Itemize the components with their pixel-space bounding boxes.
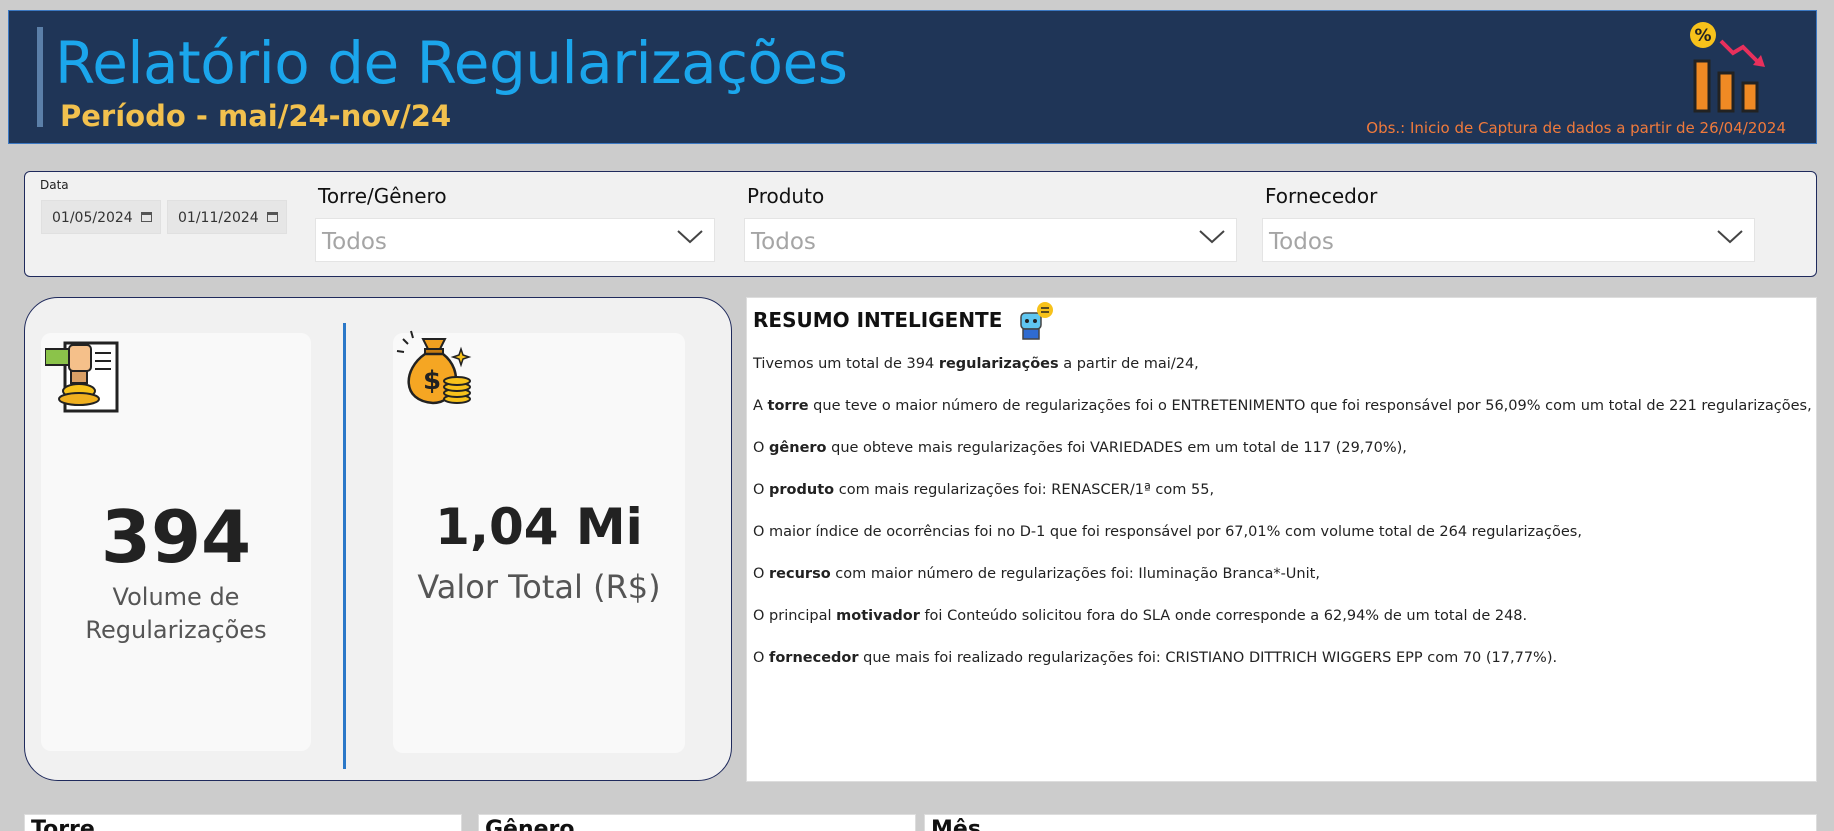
page-title: Relatório de Regularizações <box>55 29 848 97</box>
fornecedor-label: Fornecedor <box>1265 184 1378 208</box>
summary-line-indice: O maior índice de ocorrências foi no D-1… <box>753 524 1582 540</box>
period-subtitle: Período - mai/24-nov/24 <box>60 99 452 133</box>
date-filter-label: Data <box>40 178 69 192</box>
genero-chart-card[interactable]: Gênero <box>478 814 916 831</box>
mes-chart-card[interactable]: Mês <box>924 814 1817 831</box>
kpi-divider <box>343 323 346 769</box>
torre-genero-value: Todos <box>322 229 387 255</box>
svg-text:%: % <box>1694 26 1711 46</box>
money-bag-icon: $ <box>396 330 472 405</box>
torre-genero-label: Torre/Gênero <box>318 184 447 208</box>
summary-title: RESUMO INTELIGENTE <box>753 308 1003 332</box>
mes-chart-title: Mês <box>931 817 981 831</box>
calendar-icon[interactable] <box>267 212 278 222</box>
volume-label-line1: Volume de <box>112 583 240 611</box>
declining-chart-icon: % <box>1690 22 1765 113</box>
summary-line-produto: O produto com mais regularizações foi: R… <box>753 482 1215 498</box>
date-start-value: 01/05/2024 <box>52 210 133 226</box>
header-accent-bar <box>37 27 43 127</box>
filter-panel: Data 01/05/2024 01/11/2024 Torre/Gênero … <box>24 171 1817 277</box>
summary-line-motivador: O principal motivador foi Conteúdo solic… <box>753 608 1528 624</box>
produto-value: Todos <box>751 229 816 255</box>
report-header: Relatório de Regularizações Período - ma… <box>8 10 1817 144</box>
volume-kpi-card: 394 Volume de Regularizações <box>41 333 311 751</box>
valor-total-value: 1,04 Mi <box>435 498 643 556</box>
valor-kpi-card: $ 1,04 Mi Valor Total (R$) <box>393 330 685 753</box>
chevron-down-icon[interactable] <box>676 225 704 247</box>
fornecedor-dropdown[interactable]: Todos <box>1262 218 1755 262</box>
torre-chart-card[interactable]: Torre <box>24 814 462 831</box>
summary-line-genero: O gênero que obteve mais regularizações … <box>753 440 1407 456</box>
data-capture-note: Obs.: Inicio de Captura de dados a parti… <box>1366 119 1786 137</box>
torre-chart-title: Torre <box>31 817 95 831</box>
kpi-panel: 394 Volume de Regularizações $ 1,04 Mi V… <box>24 297 732 781</box>
produto-label: Produto <box>747 184 825 208</box>
chevron-down-icon[interactable] <box>1198 225 1226 247</box>
produto-dropdown[interactable]: Todos <box>744 218 1237 262</box>
chevron-down-icon[interactable] <box>1716 225 1744 247</box>
volume-label-line2: Regularizações <box>85 616 267 644</box>
date-start-input[interactable]: 01/05/2024 <box>41 200 161 234</box>
volume-value: 394 <box>100 495 252 579</box>
summary-line-total: Tivemos um total de 394 regularizações a… <box>753 356 1199 372</box>
genero-chart-title: Gênero <box>485 817 575 831</box>
summary-line-recurso: O recurso com maior número de regulariza… <box>753 566 1320 582</box>
torre-genero-dropdown[interactable]: Todos <box>315 218 715 262</box>
date-end-input[interactable]: 01/11/2024 <box>167 200 287 234</box>
summary-line-fornecedor: O fornecedor que mais foi realizado regu… <box>753 650 1558 666</box>
summary-line-torre: A torre que teve o maior número de regul… <box>753 398 1812 414</box>
stamp-document-icon <box>45 341 119 413</box>
robot-assistant-icon <box>1020 302 1053 340</box>
svg-text:$: $ <box>423 366 441 396</box>
fornecedor-value: Todos <box>1269 229 1334 255</box>
date-end-value: 01/11/2024 <box>178 210 259 226</box>
valor-total-label: Valor Total (R$) <box>417 568 661 606</box>
calendar-icon[interactable] <box>141 212 152 222</box>
smart-summary-panel: RESUMO INTELIGENTE Tivemos um total de 3… <box>746 297 1817 782</box>
